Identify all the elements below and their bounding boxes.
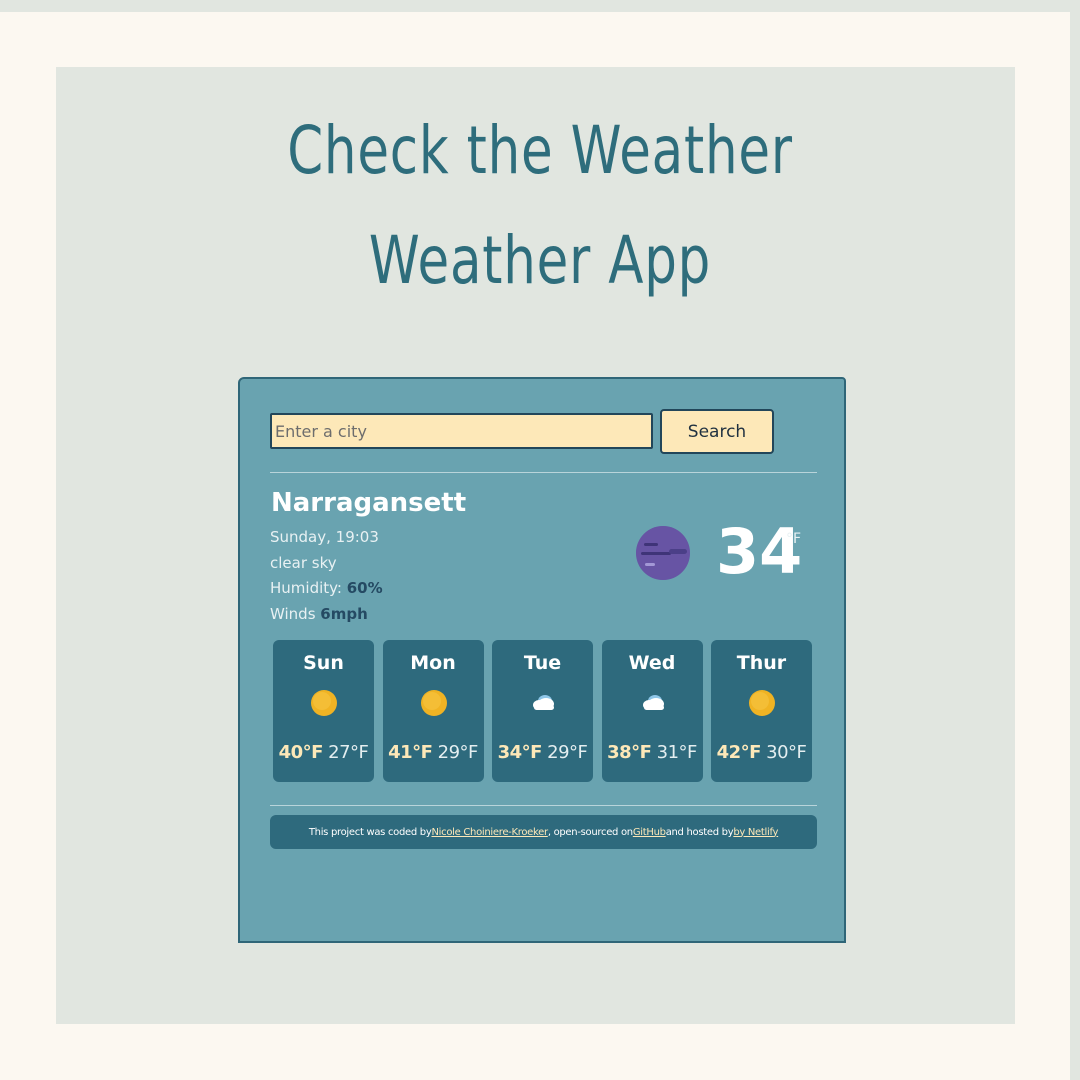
forecast-temps: 34°F 29°F bbox=[492, 742, 593, 763]
temperature-unit: °F bbox=[786, 531, 802, 547]
forecast-max-temp: 38°F bbox=[607, 742, 652, 763]
humidity-value: 60% bbox=[346, 579, 383, 597]
forecast-min-temp: 30°F bbox=[766, 742, 807, 763]
netlify-link[interactable]: by Netlify bbox=[733, 827, 778, 838]
forecast-card: Tue 34°F 29°F bbox=[492, 640, 593, 782]
forecast-temps: 38°F 31°F bbox=[602, 742, 703, 763]
sun-icon bbox=[747, 688, 777, 718]
forecast-day: Thur bbox=[736, 652, 787, 674]
forecast-max-temp: 42°F bbox=[716, 742, 762, 763]
search-input[interactable] bbox=[270, 413, 653, 449]
divider bbox=[270, 805, 817, 806]
forecast-card: Wed 38°F 31°F bbox=[601, 640, 703, 782]
cloud-icon bbox=[638, 688, 668, 718]
forecast-card: Sun 40°F 27°F bbox=[273, 640, 374, 782]
forecast-min-temp: 29°F bbox=[437, 742, 479, 763]
wind-label: Winds bbox=[270, 605, 321, 623]
forecast-max-temp: 41°F bbox=[388, 742, 433, 763]
forecast-max-temp: 40°F bbox=[278, 742, 324, 763]
github-link[interactable]: GitHub bbox=[633, 827, 666, 838]
forecast-day: Wed bbox=[628, 652, 676, 674]
current-temperature: 34 bbox=[716, 515, 803, 588]
forecast-min-temp: 31°F bbox=[656, 742, 698, 763]
forecast-day: Sun bbox=[303, 652, 344, 674]
current-datetime: Sunday, 19:03 bbox=[270, 528, 379, 546]
forecast-day: Tue bbox=[523, 652, 562, 674]
page-title-line2: Weather App bbox=[368, 222, 712, 299]
forecast-temps: 41°F 29°F bbox=[383, 742, 484, 763]
wind-line: Winds 6mph bbox=[270, 605, 368, 623]
forecast-min-temp: 29°F bbox=[547, 742, 588, 763]
footer-text: This project was coded by bbox=[308, 826, 432, 838]
search-button[interactable]: Search bbox=[660, 409, 774, 454]
forecast-min-temp: 27°F bbox=[328, 742, 369, 763]
forecast-card: Mon 41°F 29°F bbox=[382, 640, 484, 782]
sun-icon bbox=[419, 688, 449, 718]
forecast-temps: 42°F 30°F bbox=[711, 742, 812, 763]
footer-credits: This project was coded by Nicole Choinie… bbox=[270, 815, 817, 849]
wind-value: 6mph bbox=[320, 605, 368, 623]
sun-icon bbox=[309, 688, 339, 718]
forecast-max-temp: 34°F bbox=[497, 742, 543, 763]
night-moon-icon bbox=[636, 526, 690, 580]
author-link[interactable]: Nicole Choiniere-Kroeker bbox=[431, 827, 548, 838]
weather-app-card: Search Narragansett Sunday, 19:03 clear … bbox=[238, 377, 846, 943]
humidity-label: Humidity: bbox=[270, 579, 347, 597]
divider bbox=[270, 472, 817, 473]
city-name: Narragansett bbox=[271, 488, 467, 518]
forecast-temps: 40°F 27°F bbox=[273, 742, 374, 763]
humidity-line: Humidity: 60% bbox=[270, 579, 383, 597]
footer-text: , open-sourced on bbox=[547, 826, 633, 838]
cloud-icon bbox=[528, 688, 558, 718]
forecast-day: Mon bbox=[410, 652, 456, 674]
weather-description: clear sky bbox=[270, 554, 337, 572]
footer-text: and hosted by bbox=[665, 826, 734, 838]
page-title-line1: Check the Weather bbox=[287, 112, 793, 189]
forecast-card: Thur 42°F 30°F bbox=[711, 640, 812, 782]
